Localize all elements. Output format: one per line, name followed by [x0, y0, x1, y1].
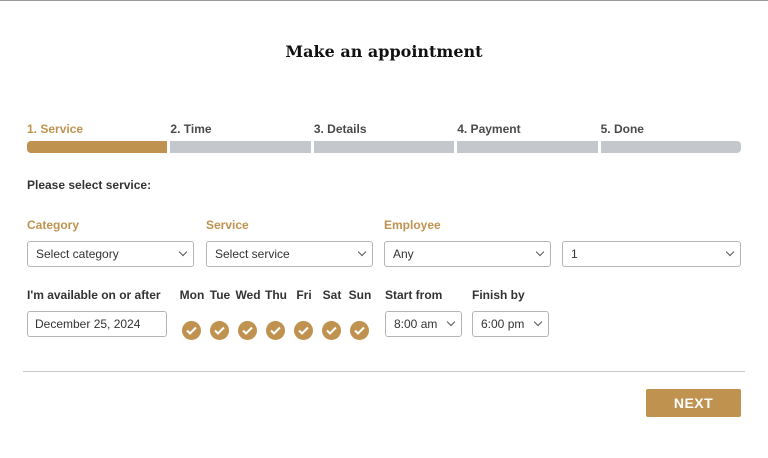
day-checkbox-sat[interactable]	[322, 321, 341, 340]
checkmark-icon	[354, 326, 365, 335]
day-checkbox-mon[interactable]	[182, 321, 201, 340]
step-bar	[600, 141, 742, 153]
day-label-mon: Mon	[179, 288, 205, 302]
step-bar	[170, 141, 311, 153]
day-label-thu: Thu	[265, 288, 287, 302]
service-select-value: Select service	[215, 247, 290, 261]
checkmark-icon	[242, 326, 253, 335]
checkmark-icon	[186, 326, 197, 335]
day-label-sat: Sat	[322, 288, 342, 302]
day-label-fri: Fri	[296, 288, 312, 302]
day-checkbox-sun[interactable]	[350, 321, 369, 340]
next-button[interactable]: NEXT	[646, 389, 741, 417]
step-label: 4. Payment	[457, 122, 521, 136]
step-label: 3. Details	[313, 122, 367, 136]
day-label-wed: Wed	[235, 288, 261, 302]
day-label-sun: Sun	[348, 288, 372, 302]
step-label: 5. Done	[600, 122, 644, 136]
finish-time-select[interactable]: 6:00 pm	[472, 311, 549, 337]
step-time: 2. Time	[170, 121, 311, 153]
date-input[interactable]: December 25, 2024	[27, 311, 167, 337]
start-time-value: 8:00 am	[394, 317, 438, 331]
service-prompt: Please select service:	[27, 178, 152, 192]
top-border	[0, 0, 768, 1]
step-label: 2. Time	[170, 122, 212, 136]
chevron-down-icon	[533, 317, 543, 327]
employee-select-value: Any	[393, 247, 414, 261]
quantity-select-value: 1	[571, 247, 578, 261]
finish-time-value: 6:00 pm	[481, 317, 525, 331]
chevron-down-icon	[446, 317, 456, 327]
checkmark-icon	[326, 326, 337, 335]
day-checkbox-tue[interactable]	[210, 321, 229, 340]
checkmark-icon	[214, 326, 225, 335]
employee-label: Employee	[384, 218, 441, 232]
step-payment: 4. Payment	[457, 121, 598, 153]
day-checkbox-thu[interactable]	[266, 321, 285, 340]
category-label: Category	[27, 218, 80, 232]
availability-label: I'm available on or after	[27, 288, 161, 302]
finish-by-label: Finish by	[472, 288, 525, 302]
chevron-down-icon	[357, 247, 367, 257]
progress-steps: 1. Service 2. Time 3. Details 4. Payment…	[27, 121, 742, 153]
step-bar	[457, 141, 598, 153]
step-bar	[27, 141, 168, 153]
chevron-down-icon	[178, 247, 188, 257]
step-bar	[313, 141, 455, 153]
step-label: 1. Service	[27, 122, 84, 136]
checkmark-icon	[298, 326, 309, 335]
day-label-tue: Tue	[209, 288, 231, 302]
quantity-select[interactable]: 1	[562, 241, 741, 267]
category-select[interactable]: Select category	[27, 241, 194, 267]
day-checkbox-fri[interactable]	[294, 321, 313, 340]
checkmark-icon	[270, 326, 281, 335]
service-label: Service	[206, 218, 249, 232]
step-done: 5. Done	[600, 121, 742, 153]
chevron-down-icon	[535, 247, 545, 257]
employee-select[interactable]: Any	[384, 241, 551, 267]
category-select-value: Select category	[36, 247, 119, 261]
step-service: 1. Service	[27, 121, 168, 153]
day-checkbox-wed[interactable]	[238, 321, 257, 340]
divider	[23, 371, 745, 372]
step-details: 3. Details	[313, 121, 455, 153]
service-select[interactable]: Select service	[206, 241, 373, 267]
start-from-label: Start from	[385, 288, 443, 302]
start-time-select[interactable]: 8:00 am	[385, 311, 462, 337]
chevron-down-icon	[725, 247, 735, 257]
page-title: Make an appointment	[285, 42, 483, 61]
